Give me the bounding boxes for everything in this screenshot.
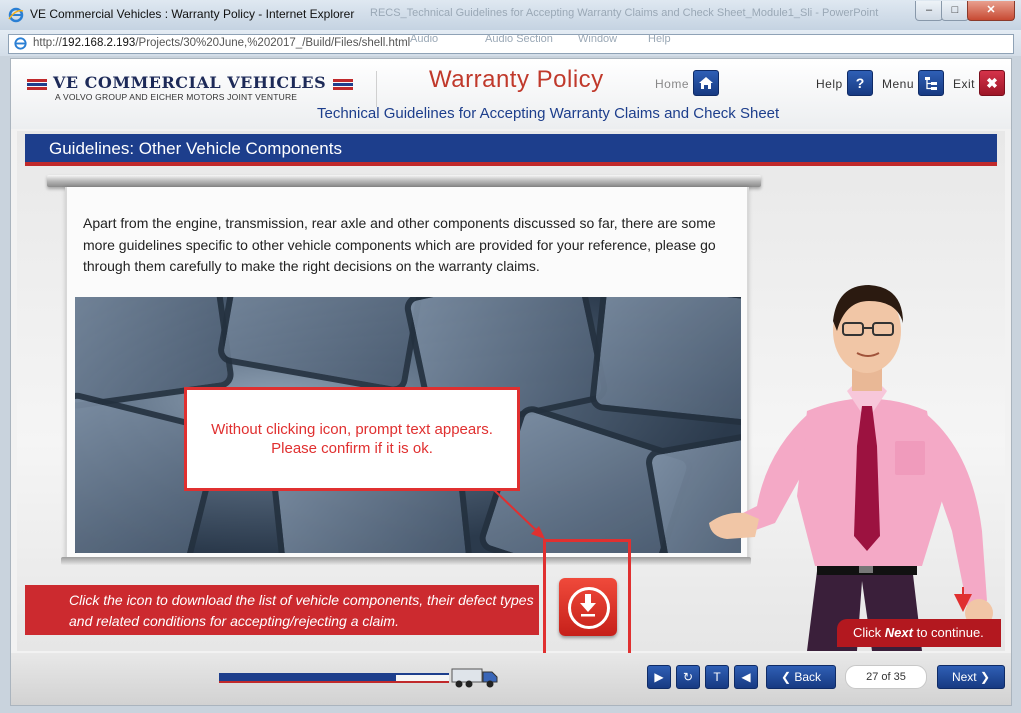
background-window-title: RECS_Technical Guidelines for Accepting … — [370, 7, 879, 19]
url-text: http://192.168.2.193/Projects/30%20June,… — [33, 37, 410, 49]
instruction-bar: Click the icon to download the list of v… — [25, 585, 539, 635]
url-prefix: http:// — [33, 37, 62, 49]
home-icon — [699, 77, 713, 89]
flag-stripes-right — [333, 79, 353, 90]
next-button[interactable]: Next ❯ — [937, 665, 1005, 689]
window-title: VE Commercial Vehicles : Warranty Policy… — [30, 7, 355, 21]
ghost-menu-item: Help — [648, 33, 671, 45]
page-icon — [14, 37, 27, 50]
course-title: Warranty Policy — [429, 66, 604, 93]
speaker-icon: ◀ — [741, 670, 751, 684]
next-label: Next — [951, 670, 977, 684]
ve-logo: VE COMMERCIAL VEHICLES A VOLVO GROUP AND… — [27, 73, 367, 103]
close-window-button[interactable]: ✕ — [967, 1, 1015, 21]
callout-suffix: to continue. — [912, 625, 984, 640]
replay-icon: ↻ — [682, 670, 694, 684]
url-path: /Projects/30%20June,%202017_/Build/Files… — [135, 37, 411, 49]
review-comment-box: Without clicking icon, prompt text appea… — [184, 387, 520, 491]
transcript-button[interactable]: T — [705, 665, 729, 689]
presentation-board: Apart from the engine, transmission, rea… — [65, 187, 749, 561]
header-divider — [376, 71, 377, 107]
player-footer: ▶ ↻ T ◀ ❮ Back 27 of 35 Next ❯ — [11, 653, 1011, 705]
window-title-bar: VE Commercial Vehicles : Warranty Policy… — [0, 0, 1021, 30]
board-top-rail — [47, 175, 761, 187]
home-label: Home — [655, 77, 690, 91]
course-player: VE COMMERCIAL VEHICLES A VOLVO GROUP AND… — [10, 58, 1012, 706]
intro-text: Apart from the engine, transmission, rea… — [83, 215, 716, 274]
menu-tree-icon — [925, 77, 937, 90]
next-callout: Click Next to continue. — [837, 619, 1001, 647]
maximize-button[interactable]: □ — [941, 1, 969, 21]
instruction-text: Click the icon to download the list of v… — [69, 592, 534, 629]
close-icon: ✕ — [986, 4, 996, 16]
brand-subtitle: A VOLVO GROUP AND EICHER MOTORS JOINT VE… — [55, 92, 298, 102]
slide-area: Guidelines: Other Vehicle Components Apa… — [17, 131, 1005, 661]
minimize-button[interactable]: – — [915, 1, 943, 21]
play-button[interactable]: ▶ — [647, 665, 671, 689]
back-label: Back — [794, 670, 822, 684]
help-icon: ? — [855, 75, 865, 91]
presenter-illustration — [709, 285, 993, 651]
page-indicator: 27 of 35 — [845, 665, 927, 689]
replay-button[interactable]: ↻ — [676, 665, 700, 689]
minimize-icon: – — [925, 4, 933, 16]
play-icon: ▶ — [654, 670, 664, 684]
download-icon — [580, 594, 596, 617]
transcript-icon: T — [713, 670, 721, 684]
chevron-left-icon: ❮ — [780, 670, 792, 684]
exit-button[interactable]: ✖ — [979, 70, 1005, 96]
chevron-right-icon: ❯ — [979, 670, 991, 684]
truck-icon — [451, 668, 498, 688]
next-callout-text: Click Next to continue. — [853, 625, 984, 640]
maximize-icon: □ — [951, 4, 959, 16]
back-button[interactable]: ❮ Back — [766, 665, 836, 689]
callout-next-word: Next — [884, 625, 913, 640]
help-button[interactable]: ? — [847, 70, 873, 96]
url-host: 192.168.2.193 — [61, 37, 136, 49]
section-title-bar: Guidelines: Other Vehicle Components — [25, 134, 997, 166]
brand-name: VE COMMERCIAL VEHICLES — [53, 73, 327, 92]
home-button[interactable] — [693, 70, 719, 96]
exit-icon: ✖ — [986, 75, 998, 91]
ghost-menu-item: Window — [578, 33, 618, 45]
help-label: Help — [816, 77, 843, 91]
menu-button[interactable] — [918, 70, 944, 96]
module-title: Technical Guidelines for Accepting Warra… — [317, 105, 780, 122]
review-comment-text: Without clicking icon, prompt text appea… — [211, 421, 493, 457]
section-title: Guidelines: Other Vehicle Components — [49, 139, 342, 158]
course-progress-bar — [219, 673, 449, 683]
exit-label: Exit — [953, 77, 976, 91]
audio-button[interactable]: ◀ — [734, 665, 758, 689]
internet-explorer-icon — [8, 7, 24, 23]
board-bottom-rail — [61, 557, 751, 565]
ghost-menu-item: Audio Section — [485, 33, 553, 45]
menu-label: Menu — [882, 77, 915, 91]
flag-stripes-left — [27, 79, 47, 90]
download-button[interactable] — [559, 578, 617, 636]
callout-prefix: Click — [853, 625, 885, 640]
progress-fill — [219, 675, 397, 681]
course-header: VE COMMERCIAL VEHICLES A VOLVO GROUP AND… — [11, 59, 1011, 129]
ghost-menu-item: Audio — [410, 33, 439, 45]
